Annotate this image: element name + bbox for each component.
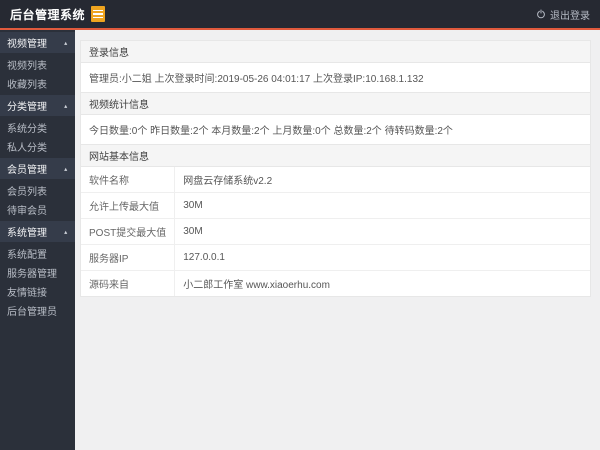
- site-info-table: 软件名称 网盘云存储系统v2.2 允许上传最大值 30M POST提交最大值 3…: [81, 167, 590, 296]
- sidebar-item-video-list[interactable]: 视频列表: [0, 55, 75, 74]
- video-stats-text: 今日数量:0个 昨日数量:2个 本月数量:2个 上月数量:0个 总数量:2个 待…: [89, 126, 453, 137]
- list-icon: [91, 6, 106, 22]
- site-info-value: 127.0.0.1: [174, 244, 590, 271]
- dashboard-panel: 登录信息 管理员:小二姐 上次登录时间:2019-05-26 04:01:17 …: [80, 40, 591, 297]
- top-navbar: 后台管理系统 退出登录: [0, 0, 600, 30]
- brand: 后台管理系统: [10, 6, 106, 23]
- sidebar-item-admins[interactable]: 后台管理员: [0, 301, 75, 320]
- sidebar-group-label: 视频管理: [7, 39, 47, 50]
- login-info-title: 登录信息: [89, 48, 129, 59]
- caret-up-icon: ▴: [64, 102, 68, 110]
- sidebar-group-label: 会员管理: [7, 165, 47, 176]
- caret-up-icon: ▴: [64, 228, 68, 236]
- site-info-label: 软件名称: [81, 167, 176, 193]
- site-info-label: 服务器IP: [81, 244, 176, 271]
- sidebar: 视频管理 ▴ 视频列表 收藏列表 分类管理 ▴ 系统分类 私人分类 会员管理 ▴…: [0, 30, 75, 450]
- sidebar-group-video[interactable]: 视频管理 ▴: [0, 32, 75, 53]
- caret-up-icon: ▴: [64, 39, 68, 47]
- sidebar-item-friend-links[interactable]: 友情链接: [0, 282, 75, 301]
- sidebar-item-label: 后台管理员: [7, 307, 57, 318]
- sidebar-group-label: 分类管理: [7, 102, 47, 113]
- site-info-label: POST提交最大值: [81, 218, 176, 245]
- main-content: 登录信息 管理员:小二姐 上次登录时间:2019-05-26 04:01:17 …: [75, 30, 600, 450]
- table-row: 服务器IP 127.0.0.1: [81, 244, 590, 271]
- sidebar-group-system[interactable]: 系统管理 ▴: [0, 221, 75, 242]
- sidebar-item-label: 服务器管理: [7, 269, 57, 280]
- caret-up-icon: ▴: [64, 165, 68, 173]
- sidebar-group-category[interactable]: 分类管理 ▴: [0, 95, 75, 116]
- table-row: POST提交最大值 30M: [81, 218, 590, 245]
- sidebar-item-label: 私人分类: [7, 143, 47, 154]
- site-info-value: 30M: [174, 192, 590, 219]
- site-info-label: 允许上传最大值: [81, 192, 176, 219]
- power-icon: [537, 9, 545, 19]
- sidebar-item-favorites-list[interactable]: 收藏列表: [0, 74, 75, 93]
- site-info-header: 网站基本信息: [81, 145, 590, 167]
- sidebar-item-label: 收藏列表: [7, 80, 47, 91]
- sidebar-item-label: 待审会员: [7, 206, 47, 217]
- logout-button[interactable]: 退出登录: [536, 7, 590, 22]
- sidebar-item-label: 友情链接: [7, 288, 47, 299]
- sidebar-item-label: 视频列表: [7, 61, 47, 72]
- site-info-title: 网站基本信息: [89, 152, 149, 163]
- sidebar-item-private-category[interactable]: 私人分类: [0, 137, 75, 156]
- site-info-label: 源码来自: [81, 270, 176, 296]
- table-row: 允许上传最大值 30M: [81, 192, 590, 219]
- site-info-value: 网盘云存储系统v2.2: [174, 167, 590, 193]
- sidebar-item-label: 系统分类: [7, 124, 47, 135]
- sidebar-item-system-category[interactable]: 系统分类: [0, 118, 75, 137]
- sidebar-item-system-config[interactable]: 系统配置: [0, 244, 75, 263]
- table-row: 软件名称 网盘云存储系统v2.2: [81, 167, 590, 193]
- site-info-value: 小二郎工作室 www.xiaoerhu.com: [183, 280, 330, 291]
- sidebar-group-member[interactable]: 会员管理 ▴: [0, 158, 75, 179]
- sidebar-group-label: 系统管理: [7, 228, 47, 239]
- sidebar-item-member-list[interactable]: 会员列表: [0, 181, 75, 200]
- video-stats-title: 视频统计信息: [89, 100, 149, 111]
- site-info-value: 30M: [174, 218, 590, 245]
- sidebar-item-label: 会员列表: [7, 187, 47, 198]
- video-stats-body: 今日数量:0个 昨日数量:2个 本月数量:2个 上月数量:0个 总数量:2个 待…: [81, 115, 590, 145]
- sidebar-item-pending-members[interactable]: 待审会员: [0, 200, 75, 219]
- sidebar-item-label: 系统配置: [7, 250, 47, 261]
- video-stats-header: 视频统计信息: [81, 93, 590, 115]
- login-info-header: 登录信息: [81, 41, 590, 63]
- table-row: 源码来自 小二郎工作室 www.xiaoerhu.com: [81, 270, 590, 296]
- login-info-text: 管理员:小二姐 上次登录时间:2019-05-26 04:01:17 上次登录I…: [89, 74, 424, 85]
- app-title: 后台管理系统: [10, 7, 86, 22]
- logout-label: 退出登录: [550, 10, 590, 22]
- sidebar-item-server-manage[interactable]: 服务器管理: [0, 263, 75, 282]
- login-info-body: 管理员:小二姐 上次登录时间:2019-05-26 04:01:17 上次登录I…: [81, 63, 590, 93]
